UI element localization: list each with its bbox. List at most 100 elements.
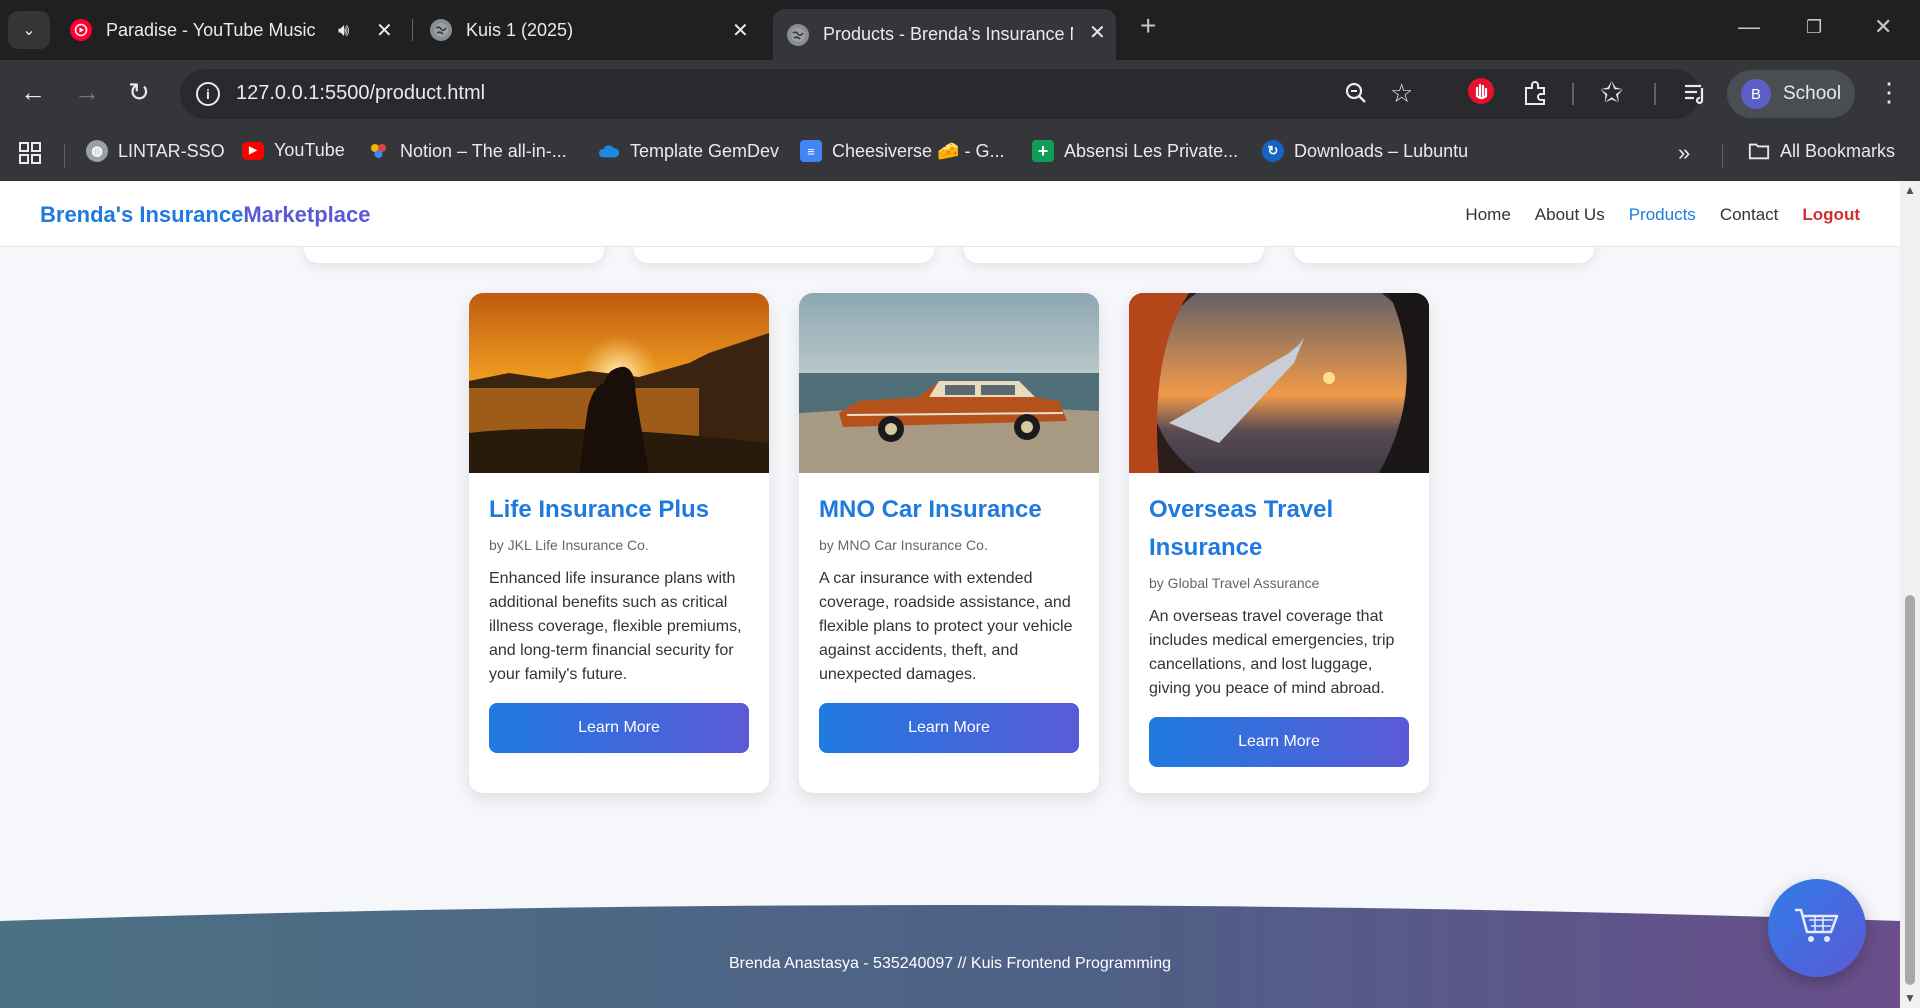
new-tab-button[interactable]: + xyxy=(1140,10,1156,42)
docs-icon: ≡ xyxy=(800,140,822,162)
globe-icon: ◍ xyxy=(86,140,108,162)
bookmark-notion[interactable]: Notion – The all-in-... xyxy=(368,140,567,162)
reload-button[interactable]: ↻ xyxy=(128,77,150,108)
product-image-travel xyxy=(1129,293,1429,473)
chevron-down-icon: ⌄ xyxy=(22,22,36,39)
tab-youtube-music[interactable]: Paradise - YouTube Music 🔊︎ ✕ xyxy=(70,9,400,51)
cart-button[interactable] xyxy=(1768,879,1866,977)
bookmark-template-gemdev[interactable]: Template GemDev xyxy=(598,140,779,162)
notion-icon xyxy=(368,140,390,162)
footer-text: Brenda Anastasya - 535240097 // Kuis Fro… xyxy=(728,955,1172,972)
tab-kuis[interactable]: Kuis 1 (2025) ✕ xyxy=(430,9,760,51)
page-scrollbar[interactable]: ▲ ▼ xyxy=(1900,181,1920,1008)
product-description: A car insurance with extended coverage, … xyxy=(819,570,1073,683)
restore-button[interactable]: ❐ xyxy=(1806,17,1822,38)
page-viewport: Brenda's InsuranceMarketplace Home About… xyxy=(0,181,1900,1008)
tab-search-button[interactable]: ⌄ xyxy=(8,11,50,49)
nav-logout-link[interactable]: Logout xyxy=(1802,205,1860,225)
site-brand[interactable]: Brenda's InsuranceMarketplace xyxy=(40,202,371,228)
close-icon[interactable]: ✕ xyxy=(732,18,749,43)
profile-button[interactable]: B School xyxy=(1727,70,1855,118)
ad-block-icon[interactable] xyxy=(1466,76,1496,113)
learn-more-button[interactable]: Learn More xyxy=(819,703,1079,753)
folder-icon xyxy=(1748,140,1770,162)
shopping-cart-icon xyxy=(1793,906,1841,951)
bookmark-cheesiverse[interactable]: ≡ Cheesiverse 🧀 - G... xyxy=(800,140,1004,162)
product-image-car xyxy=(799,293,1099,473)
nav-contact-link[interactable]: Contact xyxy=(1720,205,1779,225)
back-button[interactable]: ← xyxy=(20,77,46,108)
media-queue-icon[interactable] xyxy=(1682,80,1708,113)
product-title: MNO Car Insurance xyxy=(819,496,1042,523)
bookmark-star-icon[interactable]: ☆ xyxy=(1390,78,1413,109)
nav-about-link[interactable]: About Us xyxy=(1535,205,1605,225)
tab-title: Paradise - YouTube Music xyxy=(106,19,316,40)
bookmark-label: Notion – The all-in-... xyxy=(400,140,567,161)
product-title: Overseas Travel Insurance xyxy=(1149,496,1334,561)
zoom-icon[interactable] xyxy=(1344,81,1368,112)
forward-button[interactable]: → xyxy=(74,77,100,108)
product-image-life xyxy=(469,293,769,473)
speaker-icon[interactable]: 🔊︎ xyxy=(338,20,349,41)
bookmark-absensi[interactable]: + Absensi Les Private... xyxy=(1032,140,1238,162)
nav-home-link[interactable]: Home xyxy=(1465,205,1510,225)
close-window-button[interactable]: ✕ xyxy=(1874,14,1892,40)
product-company: by Global Travel Assurance xyxy=(1149,575,1320,591)
apps-grid-icon[interactable] xyxy=(18,141,42,170)
close-icon[interactable]: ✕ xyxy=(376,18,393,43)
bookmark-lubuntu[interactable]: ↻ Downloads – Lubuntu xyxy=(1262,140,1468,162)
tab-title: Products - Brenda's Insurance M xyxy=(823,24,1073,44)
browser-tab-bar: ⌄ Paradise - YouTube Music 🔊︎ ✕ Kuis 1 (… xyxy=(0,0,1920,60)
more-menu-icon[interactable]: ⋮ xyxy=(1876,77,1902,108)
scroll-down-arrow[interactable]: ▼ xyxy=(1904,991,1916,1005)
product-description: An overseas travel coverage that include… xyxy=(1149,608,1395,697)
product-card: Overseas Travel Insurance by Global Trav… xyxy=(1129,293,1429,793)
product-card: MNO Car Insurance by MNO Car Insurance C… xyxy=(799,293,1099,793)
bookmark-label: Cheesiverse 🧀 - G... xyxy=(832,140,1005,161)
youtube-music-icon xyxy=(70,19,92,41)
url-text: 127.0.0.1:5500/product.html xyxy=(236,82,486,104)
product-card: Life Insurance Plus by JKL Life Insuranc… xyxy=(469,293,769,793)
all-bookmarks-button[interactable]: All Bookmarks xyxy=(1748,140,1895,162)
tab-title: Kuis 1 (2025) xyxy=(466,19,574,40)
product-company: by MNO Car Insurance Co. xyxy=(819,537,988,553)
avatar: B xyxy=(1741,79,1771,109)
bookmarks-bar: ◍ LINTAR-SSO ▶ YouTube Notion – The all-… xyxy=(0,128,1920,181)
bookmarks-star-icon[interactable]: ✩ xyxy=(1600,76,1623,109)
toolbar-divider xyxy=(1572,83,1574,105)
bookmark-label: Downloads – Lubuntu xyxy=(1294,140,1469,161)
product-description: Enhanced life insurance plans with addit… xyxy=(489,570,742,683)
nav-products-link[interactable]: Products xyxy=(1629,205,1696,225)
browser-toolbar: ← → ↻ i 127.0.0.1:5500/product.html ☆ ✩ … xyxy=(0,60,1920,128)
bookmark-lintar[interactable]: ◍ LINTAR-SSO xyxy=(86,140,225,162)
lubuntu-icon: ↻ xyxy=(1262,140,1284,162)
globe-icon xyxy=(787,23,809,46)
scrollbar-thumb[interactable] xyxy=(1905,595,1915,985)
learn-more-button[interactable]: Learn More xyxy=(1149,717,1409,767)
bookmarks-divider xyxy=(1722,144,1723,168)
more-bookmarks-icon[interactable]: » xyxy=(1678,140,1690,166)
bookmark-label: All Bookmarks xyxy=(1780,140,1896,161)
bookmark-label: LINTAR-SSO xyxy=(118,140,225,161)
youtube-icon: ▶ xyxy=(242,141,264,160)
bookmark-label: Template GemDev xyxy=(630,140,780,161)
bookmarks-divider xyxy=(64,144,65,168)
learn-more-button[interactable]: Learn More xyxy=(489,703,749,753)
scroll-up-arrow[interactable]: ▲ xyxy=(1904,183,1916,197)
bookmark-label: YouTube xyxy=(274,140,345,160)
site-nav-links: Home About Us Products Contact Logout xyxy=(1441,205,1860,225)
onedrive-icon xyxy=(598,140,620,162)
toolbar-divider xyxy=(1654,83,1656,105)
tab-products[interactable]: Products - Brenda's Insurance M ✕ xyxy=(773,9,1116,60)
extensions-icon[interactable] xyxy=(1522,80,1548,113)
brand-text-insurance: Brenda's Insurance xyxy=(40,202,244,227)
product-company: by JKL Life Insurance Co. xyxy=(489,537,649,553)
brand-text-marketplace: Marketplace xyxy=(243,202,371,227)
site-navbar: Brenda's InsuranceMarketplace Home About… xyxy=(0,181,1900,247)
minimize-button[interactable]: — xyxy=(1738,14,1760,40)
bookmark-youtube[interactable]: ▶ YouTube xyxy=(242,140,345,161)
tab-divider xyxy=(412,19,413,41)
bookmark-label: Absensi Les Private... xyxy=(1064,140,1239,161)
site-info-icon[interactable]: i xyxy=(196,82,220,106)
close-icon[interactable]: ✕ xyxy=(1089,20,1106,45)
